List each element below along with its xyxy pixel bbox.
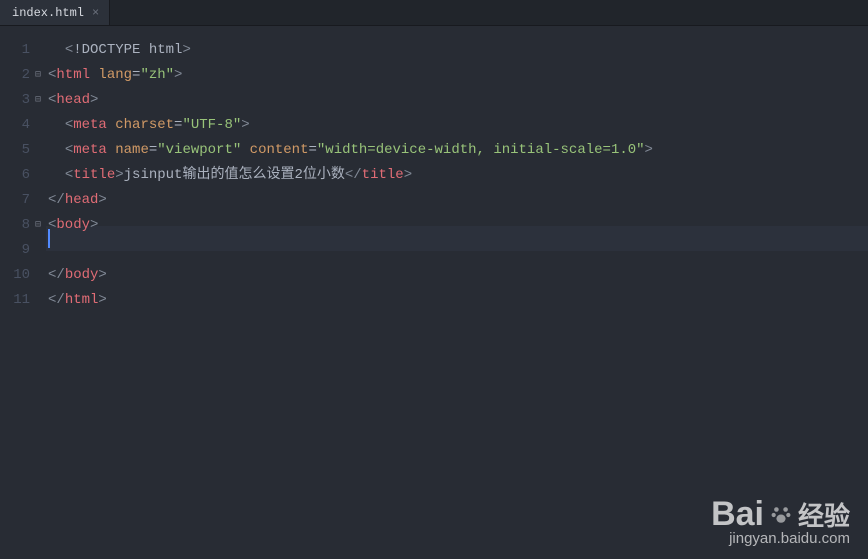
line-number: 10: [0, 263, 30, 288]
line-number: 2: [0, 63, 30, 88]
fold-icon: [30, 263, 46, 288]
fold-icon[interactable]: ⊟: [30, 213, 46, 238]
code-line: <head>: [46, 88, 868, 113]
code-area[interactable]: <!DOCTYPE html><html lang="zh"><head> <m…: [46, 26, 868, 559]
line-number: 1: [0, 38, 30, 63]
code-line: <body>: [46, 213, 868, 238]
fold-icon: [30, 38, 46, 63]
line-number: 8: [0, 213, 30, 238]
fold-icon: [30, 163, 46, 188]
line-number: 9: [0, 238, 30, 263]
fold-column: ⊟⊟⊟: [30, 26, 46, 559]
code-line: <meta name="viewport" content="width=dev…: [46, 138, 868, 163]
code-line: <title>jsinput输出的值怎么设置2位小数</title>: [46, 163, 868, 188]
line-number: 5: [0, 138, 30, 163]
fold-icon: [30, 188, 46, 213]
fold-icon: [30, 138, 46, 163]
code-line: </html>: [46, 288, 868, 313]
fold-icon: [30, 113, 46, 138]
fold-icon: [30, 238, 46, 263]
line-number: 6: [0, 163, 30, 188]
fold-icon: [30, 288, 46, 313]
line-number: 7: [0, 188, 30, 213]
tab-index-html[interactable]: index.html ×: [0, 0, 110, 25]
line-gutter: 1234567891011: [0, 26, 30, 559]
code-editor[interactable]: 1234567891011 ⊟⊟⊟ <!DOCTYPE html><html l…: [0, 26, 868, 559]
fold-icon[interactable]: ⊟: [30, 88, 46, 113]
code-line: <html lang="zh">: [46, 63, 868, 88]
text-cursor: [48, 229, 50, 248]
tab-filename: index.html: [12, 6, 84, 20]
code-line: </head>: [46, 188, 868, 213]
code-line: <meta charset="UTF-8">: [46, 113, 868, 138]
line-number: 3: [0, 88, 30, 113]
fold-icon[interactable]: ⊟: [30, 63, 46, 88]
line-number: 4: [0, 113, 30, 138]
code-line: </body>: [46, 263, 868, 288]
tab-bar: index.html ×: [0, 0, 868, 26]
code-text: <!DOCTYPE html><html lang="zh"><head> <m…: [46, 38, 868, 313]
line-number: 11: [0, 288, 30, 313]
close-icon[interactable]: ×: [92, 6, 99, 20]
code-line: [46, 238, 868, 263]
code-line: <!DOCTYPE html>: [46, 38, 868, 63]
